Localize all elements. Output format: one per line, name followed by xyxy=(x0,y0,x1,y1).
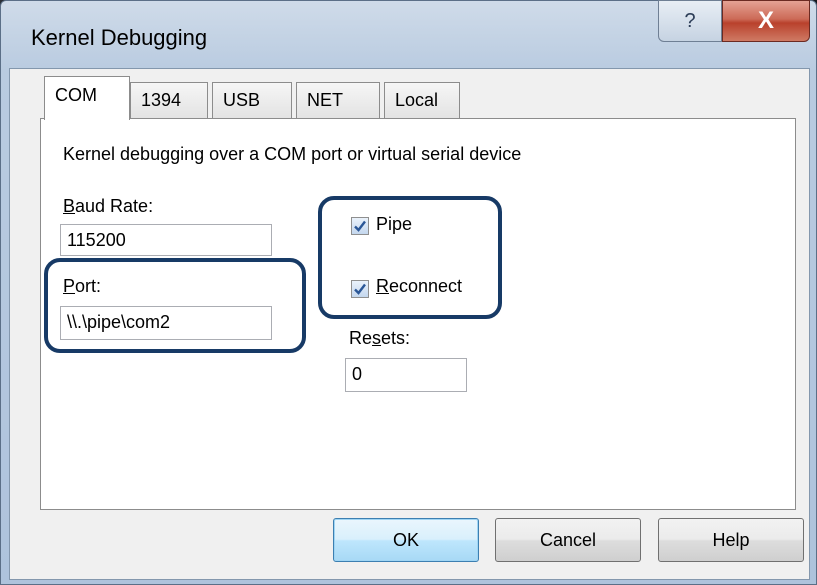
tab-1394[interactable]: 1394 xyxy=(130,82,208,118)
resets-field[interactable]: 0 xyxy=(345,358,467,392)
tab-com[interactable]: COM xyxy=(44,76,130,120)
tab-net[interactable]: NET xyxy=(296,82,380,118)
cancel-button[interactable]: Cancel xyxy=(495,518,641,562)
title-bar[interactable]: Kernel Debugging ? X xyxy=(1,0,816,69)
help-button[interactable]: Help xyxy=(658,518,804,562)
port-highlight-box xyxy=(44,258,306,353)
tab-local[interactable]: Local xyxy=(384,82,460,118)
tab-usb[interactable]: USB xyxy=(212,82,292,118)
checkbox-highlight-box xyxy=(318,196,502,319)
baud-rate-label: Baud Rate: xyxy=(63,196,154,216)
ok-button[interactable]: OK xyxy=(333,518,479,562)
description-text: Kernel debugging over a COM port or virt… xyxy=(63,144,522,164)
window-title: Kernel Debugging xyxy=(31,25,208,50)
help-icon[interactable]: ? xyxy=(658,0,722,42)
baud-rate-field[interactable]: 115200 xyxy=(60,224,272,256)
resets-label: Resets: xyxy=(349,328,411,348)
close-icon[interactable]: X xyxy=(722,0,810,42)
